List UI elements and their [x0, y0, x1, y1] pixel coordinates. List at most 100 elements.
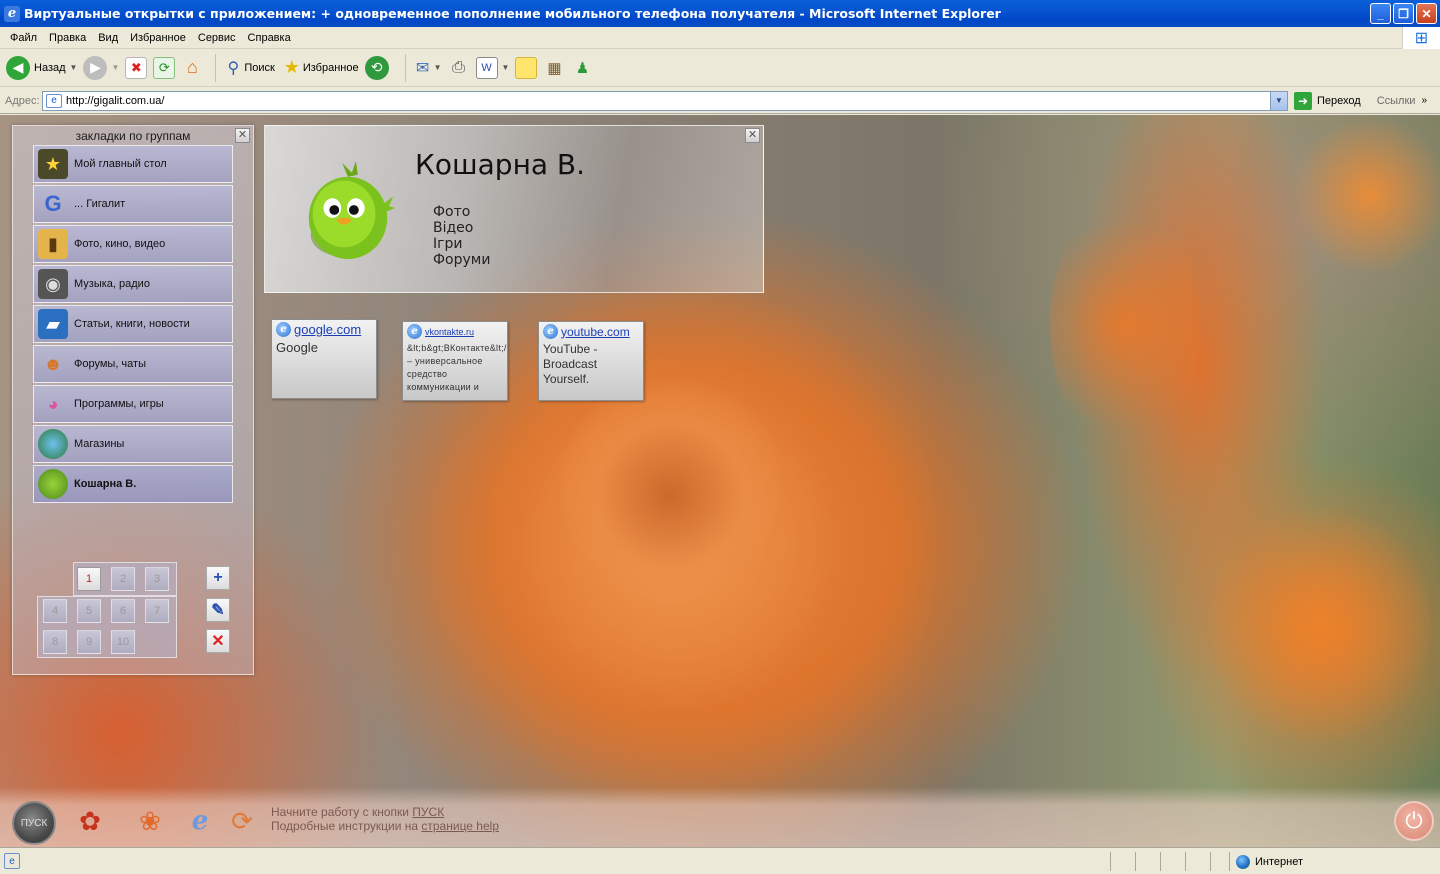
- research-button[interactable]: ▦: [543, 52, 565, 84]
- group-label: Статьи, книги, новости: [74, 318, 190, 330]
- history-icon: ⟲: [364, 55, 389, 80]
- messenger-button[interactable]: ♟: [571, 52, 593, 84]
- edit-bookmark-button[interactable]: ✎: [206, 598, 230, 622]
- page-button-5[interactable]: 5: [77, 599, 101, 623]
- mail-button[interactable]: ✉ ▼: [412, 52, 442, 84]
- bookmark-tile-youtube[interactable]: e youtube.com YouTube - Broadcast Yourse…: [538, 321, 644, 401]
- page-button-4[interactable]: 4: [43, 599, 67, 623]
- globe-icon: [38, 429, 68, 459]
- chevron-right-icon[interactable]: »: [1421, 95, 1427, 106]
- page-button-9[interactable]: 9: [77, 630, 101, 654]
- bookmark-tile-google[interactable]: e google.com Google: [271, 319, 377, 399]
- print-button[interactable]: ⎙: [448, 52, 470, 84]
- group-photo-video[interactable]: ▮ Фото, кино, видео: [33, 225, 233, 263]
- hint-line2-text: Подробные инструкции на: [271, 819, 422, 833]
- panel-title: закладки по группам: [75, 129, 191, 143]
- group-my-desktop[interactable]: ★ Мой главный стол: [33, 145, 233, 183]
- page-button-1[interactable]: 1: [77, 567, 101, 591]
- refresh-button[interactable]: ⟳: [153, 52, 176, 84]
- group-forums-chats[interactable]: ☻ Форумы, чаты: [33, 345, 233, 383]
- page-button-10[interactable]: 10: [111, 630, 135, 654]
- status-cell: [1210, 852, 1211, 871]
- group-koshharna[interactable]: Кошарна В.: [33, 465, 233, 503]
- profile-link-video[interactable]: Відео: [433, 220, 490, 236]
- back-dropdown-icon[interactable]: ▼: [70, 63, 78, 72]
- window-title-bar[interactable]: e Виртуальные открытки с приложением: + …: [0, 0, 1440, 27]
- history-button[interactable]: ⟲: [364, 52, 393, 84]
- delete-bookmark-button[interactable]: ✕: [206, 629, 230, 653]
- profile-link-photo[interactable]: Фото: [433, 204, 490, 220]
- back-button[interactable]: ◀ Назад ▼: [6, 52, 77, 84]
- hint-text: Начните работу с кнопки ПУСК Подробные и…: [271, 805, 499, 833]
- group-programs-games[interactable]: ◕ Программы, игры: [33, 385, 233, 423]
- toolbar-separator: [404, 53, 406, 82]
- page-button-8[interactable]: 8: [43, 630, 67, 654]
- stop-button[interactable]: ✖: [125, 52, 148, 84]
- page-button-2[interactable]: 2: [111, 567, 135, 591]
- profile-close-button[interactable]: ✕: [745, 128, 760, 143]
- music-cd-icon: ◉: [38, 269, 68, 299]
- tile-header: e vkontakte.ru: [407, 324, 503, 339]
- address-label: Адрес:: [5, 94, 40, 107]
- power-icon[interactable]: ⏻: [1394, 801, 1434, 841]
- search-button[interactable]: ⚲ Поиск: [222, 52, 275, 84]
- page-button-3[interactable]: 3: [145, 567, 169, 591]
- forward-dropdown-icon[interactable]: ▼: [111, 63, 119, 72]
- menu-favorites[interactable]: Избранное: [124, 32, 192, 44]
- tile-header: e google.com: [276, 322, 372, 337]
- close-button[interactable]: ✕: [1416, 3, 1437, 24]
- ie-icon: e: [276, 322, 291, 337]
- menu-tools[interactable]: Сервис: [192, 32, 242, 44]
- tile-link[interactable]: vkontakte.ru: [425, 327, 474, 337]
- refresh-circle-icon[interactable]: ⟳: [220, 801, 264, 841]
- ie-browser-icon[interactable]: e: [178, 801, 222, 841]
- note-icon: [515, 56, 538, 79]
- group-gigalit[interactable]: G ... Гигалит: [33, 185, 233, 223]
- rose-icon[interactable]: ❀: [128, 801, 172, 841]
- add-bookmark-button[interactable]: +: [206, 566, 230, 590]
- links-button[interactable]: Ссылки: [1377, 95, 1416, 107]
- menu-edit[interactable]: Правка: [43, 32, 92, 44]
- address-dropdown-icon[interactable]: ▼: [1270, 91, 1287, 110]
- group-articles-books[interactable]: ▰ Статьи, книги, новости: [33, 305, 233, 343]
- group-music-radio[interactable]: ◉ Музыка, радио: [33, 265, 233, 303]
- toolbar-separator: [215, 53, 217, 82]
- tile-link[interactable]: google.com: [294, 322, 361, 337]
- group-label: Магазины: [74, 438, 125, 450]
- menu-view[interactable]: Вид: [92, 32, 124, 44]
- profile-link-forums[interactable]: Форуми: [433, 252, 490, 268]
- group-shops[interactable]: Магазины: [33, 425, 233, 463]
- favorites-button[interactable]: ★ Избранное: [281, 52, 359, 84]
- standard-toolbar: ◀ Назад ▼ ▶ ▼ ✖ ⟳ ⌂ ⚲ Поиск ★ Избранное …: [0, 49, 1440, 87]
- bookmark-tile-vkontakte[interactable]: e vkontakte.ru &lt;b&gt;ВКонтакте&lt;/b&…: [402, 321, 508, 401]
- tile-link[interactable]: youtube.com: [561, 325, 630, 339]
- maximize-button[interactable]: ❐: [1393, 3, 1414, 24]
- discuss-button[interactable]: [515, 52, 538, 84]
- page-button-6[interactable]: 6: [111, 599, 135, 623]
- page-status-icon: e: [4, 853, 20, 869]
- profile-link-games[interactable]: Ігри: [433, 236, 490, 252]
- film-folder-icon: ▮: [38, 229, 68, 259]
- mail-dropdown-icon[interactable]: ▼: [434, 63, 442, 72]
- flower-bouquet-icon[interactable]: ✿: [68, 801, 112, 841]
- forward-button[interactable]: ▶ ▼: [83, 52, 119, 84]
- profile-panel: ✕ Кошарна В. Фото Відео Ігри Форуми: [264, 125, 764, 293]
- google-g-icon: G: [44, 191, 62, 216]
- ie-icon: e: [407, 324, 422, 339]
- star-icon: ★: [38, 149, 68, 179]
- menu-help[interactable]: Справка: [242, 32, 297, 44]
- hint-pusk-link[interactable]: ПУСК: [412, 805, 444, 819]
- ie-icon: e: [4, 5, 20, 22]
- page-button-7[interactable]: 7: [145, 599, 169, 623]
- edit-button[interactable]: W ▼: [475, 52, 510, 84]
- address-input[interactable]: e http://gigalit.com.ua/ ▼: [42, 90, 1288, 111]
- minimize-button[interactable]: _: [1370, 3, 1391, 24]
- status-cell: [1185, 852, 1186, 871]
- menu-file[interactable]: Файл: [4, 32, 43, 44]
- panel-close-button[interactable]: ✕: [235, 128, 250, 143]
- help-page-link[interactable]: странице help: [421, 819, 499, 833]
- edit-dropdown-icon[interactable]: ▼: [502, 63, 510, 72]
- pusk-button[interactable]: ПУСК: [12, 801, 56, 845]
- go-button[interactable]: ➜ Переход: [1294, 91, 1361, 110]
- home-button[interactable]: ⌂: [181, 52, 203, 84]
